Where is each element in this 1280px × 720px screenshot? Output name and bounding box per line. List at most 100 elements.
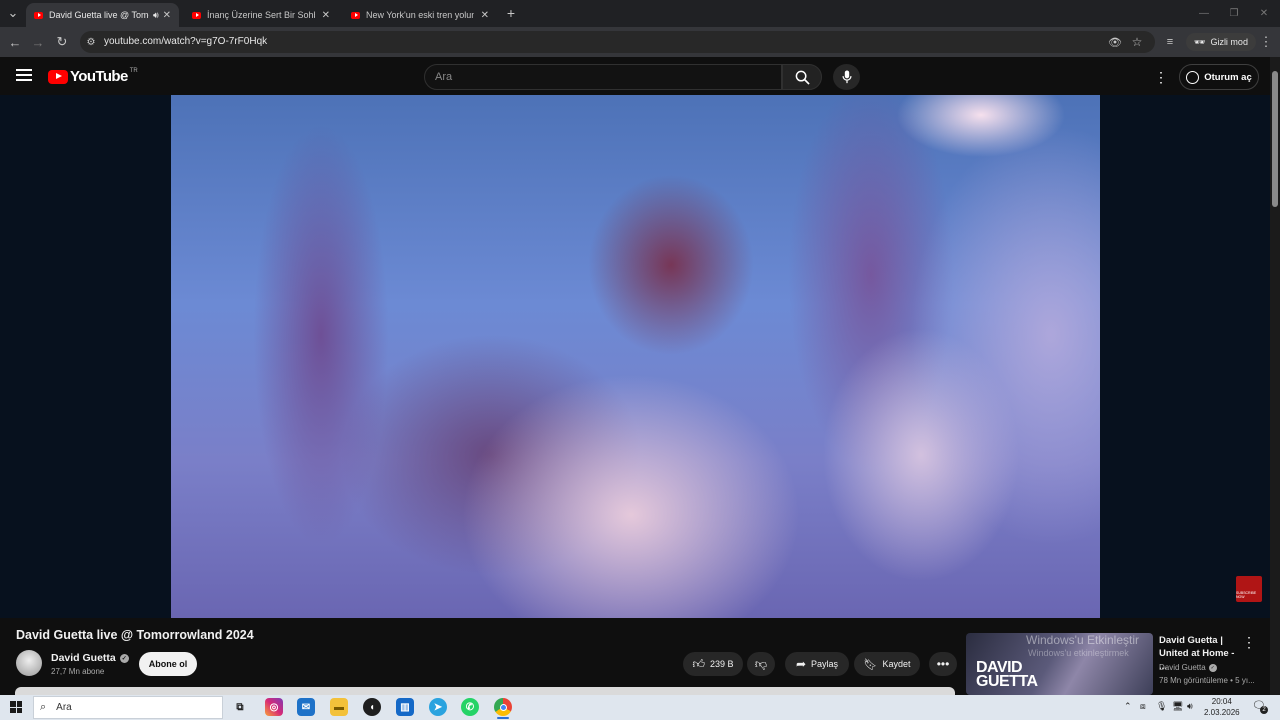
activation-watermark-sub: Windows'u etkinleştirmek	[1028, 648, 1129, 658]
more-actions-button[interactable]: •••	[929, 652, 957, 676]
dislike-button[interactable]: 👎︎	[747, 652, 775, 676]
taskbar-search-placeholder: Ara	[56, 702, 72, 713]
activation-watermark: Windows'u Etkinleştir	[1026, 633, 1139, 647]
signin-button[interactable]: Oturum aç	[1179, 64, 1259, 90]
recommended-more-icon[interactable]: ⋮	[1242, 634, 1256, 651]
taskbar-clock[interactable]: 20:04 2.03.2026	[1204, 696, 1240, 718]
thumbnail-text: DAVID GUETTA	[976, 659, 1038, 690]
incognito-icon: 🕶︎	[1194, 36, 1206, 47]
hamburger-menu-icon[interactable]	[16, 68, 32, 82]
search-placeholder: Ara	[435, 71, 453, 83]
tray-chevron-icon[interactable]: ⌃	[1124, 701, 1132, 712]
video-title: David Guetta live @ Tomorrowland 2024	[16, 628, 254, 642]
youtube-logo[interactable]: YouTube TR	[48, 68, 138, 85]
description-box[interactable]	[15, 687, 955, 695]
tray-device-icon[interactable]: ⧈	[1140, 701, 1146, 712]
youtube-play-icon	[48, 69, 68, 84]
site-info-icon[interactable]: ⚙	[82, 33, 100, 51]
share-label: Paylaş	[811, 659, 839, 669]
close-tab-icon[interactable]: ✕	[322, 10, 330, 21]
media-control-icon[interactable]: ≡	[1161, 33, 1179, 51]
like-button[interactable]: 👍︎ 239 B	[683, 652, 743, 676]
recommended-thumbnail[interactable]: DAVID GUETTA Windows'u Etkinleştir Windo…	[966, 633, 1153, 695]
vpn-app-icon[interactable]: ◖	[363, 698, 381, 716]
outlook-icon[interactable]: ✉	[297, 698, 315, 716]
tab-title: David Guetta live @ Tomorr	[49, 10, 149, 20]
share-arrow-icon: ➦	[795, 657, 807, 671]
instagram-icon[interactable]: ◎	[265, 698, 283, 716]
browser-tab-active[interactable]: David Guetta live @ Tomorr 🔊︎ ✕	[26, 3, 179, 27]
clock-time: 20:04	[1211, 697, 1232, 706]
tab-title: İnanç Üzerine Sert Bir Sohbet -	[207, 10, 315, 20]
youtube-favicon-icon	[351, 11, 360, 19]
search-icon	[795, 70, 810, 85]
country-code: TR	[129, 68, 138, 74]
tray-network-icon[interactable]: 🖥︎	[1172, 701, 1183, 712]
more-horizontal-icon: •••	[936, 657, 950, 671]
incognito-label: Gizli mod	[1210, 37, 1248, 47]
settings-kebab-icon[interactable]: ⋮	[1154, 69, 1168, 86]
voice-search-button[interactable]	[833, 64, 860, 90]
trello-icon[interactable]: ▥	[396, 698, 414, 716]
taskbar-search[interactable]: ⌕ Ara	[33, 696, 223, 719]
share-button[interactable]: ➦ Paylaş	[785, 652, 849, 676]
close-tab-icon[interactable]: ✕	[163, 10, 171, 21]
maximize-icon[interactable]: ❐	[1225, 4, 1243, 22]
clock-date: 2.03.2026	[1204, 708, 1240, 717]
forward-icon[interactable]: →	[29, 33, 47, 51]
search-icon: ⌕	[40, 701, 47, 713]
new-tab-icon[interactable]: +	[502, 4, 520, 22]
microphone-icon	[841, 70, 852, 84]
channel-avatar[interactable]	[16, 650, 42, 676]
search-input[interactable]: Ara	[424, 64, 782, 90]
notification-center[interactable]: 🗨︎ 2	[1252, 699, 1268, 714]
notification-count: 2	[1260, 706, 1268, 714]
speaker-icon[interactable]: 🔊︎	[153, 10, 159, 21]
save-label: Kaydet	[882, 659, 911, 669]
tab-title: New York'un eski tren yolunda	[366, 10, 474, 20]
windows-start-icon[interactable]	[10, 701, 22, 713]
back-icon[interactable]: ←	[6, 33, 24, 51]
active-app-indicator	[497, 717, 509, 719]
task-view-icon[interactable]: ⧉	[231, 698, 249, 716]
eye-off-icon[interactable]: 👁︎	[1106, 33, 1124, 51]
search-button[interactable]	[782, 64, 822, 90]
thumbs-up-icon: 👍︎	[692, 656, 705, 671]
video-player[interactable]	[171, 95, 1100, 618]
browser-menu-icon[interactable]: ⋮	[1257, 33, 1275, 51]
incognito-badge[interactable]: 🕶︎ Gizli mod	[1186, 33, 1256, 51]
tab-search-chevron-icon[interactable]: ⌄	[4, 4, 22, 22]
telegram-icon[interactable]: ➤	[429, 698, 447, 716]
tray-mic-icon[interactable]: 🎙︎	[1156, 701, 1167, 712]
channel-name[interactable]: David Guetta ✓	[51, 652, 129, 664]
whatsapp-icon[interactable]: ✆	[461, 698, 479, 716]
youtube-favicon-icon	[192, 11, 201, 19]
browser-tab[interactable]: İnanç Üzerine Sert Bir Sohbet - ✕	[184, 3, 338, 27]
thumbs-down-icon: 👎︎	[754, 656, 768, 671]
close-tab-icon[interactable]: ✕	[481, 10, 489, 21]
verified-check-icon: ✓	[119, 653, 129, 663]
recommended-channel[interactable]: David Guetta ✓	[1159, 663, 1217, 672]
bookmark-star-icon[interactable]: ☆	[1128, 33, 1146, 51]
scrollbar-thumb[interactable]	[1272, 71, 1278, 207]
browser-tab[interactable]: New York'un eski tren yolunda ✕	[343, 3, 497, 27]
account-icon	[1186, 70, 1200, 84]
chrome-icon[interactable]	[494, 698, 512, 716]
tray-volume-icon[interactable]: 🔊︎	[1187, 701, 1193, 712]
file-explorer-icon[interactable]: ▬	[330, 698, 348, 716]
subscriber-count: 27,7 Mn abone	[51, 667, 105, 676]
reload-icon[interactable]: ↻	[53, 33, 71, 51]
minimize-icon[interactable]: —	[1195, 4, 1213, 22]
browser-tab-strip: ⌄ David Guetta live @ Tomorr 🔊︎ ✕ İnanç …	[0, 0, 1280, 27]
bookmark-icon: 🔖︎	[863, 658, 878, 671]
recommended-views: 78 Mn görüntüleme • 5 yı...	[1159, 676, 1255, 685]
page-scrollbar[interactable]	[1270, 57, 1280, 695]
save-button[interactable]: 🔖︎ Kaydet	[854, 652, 920, 676]
signin-label: Oturum aç	[1204, 71, 1252, 83]
url-text[interactable]: youtube.com/watch?v=g7O-7rF0Hqk	[104, 36, 267, 47]
subscribe-button[interactable]: Abone ol	[139, 652, 197, 676]
close-window-icon[interactable]: ✕	[1255, 4, 1273, 22]
verified-check-icon: ✓	[1208, 663, 1217, 672]
logo-text: YouTube	[70, 68, 128, 85]
subscribe-watermark[interactable]: SUBSCRIBE NOW	[1236, 576, 1262, 602]
